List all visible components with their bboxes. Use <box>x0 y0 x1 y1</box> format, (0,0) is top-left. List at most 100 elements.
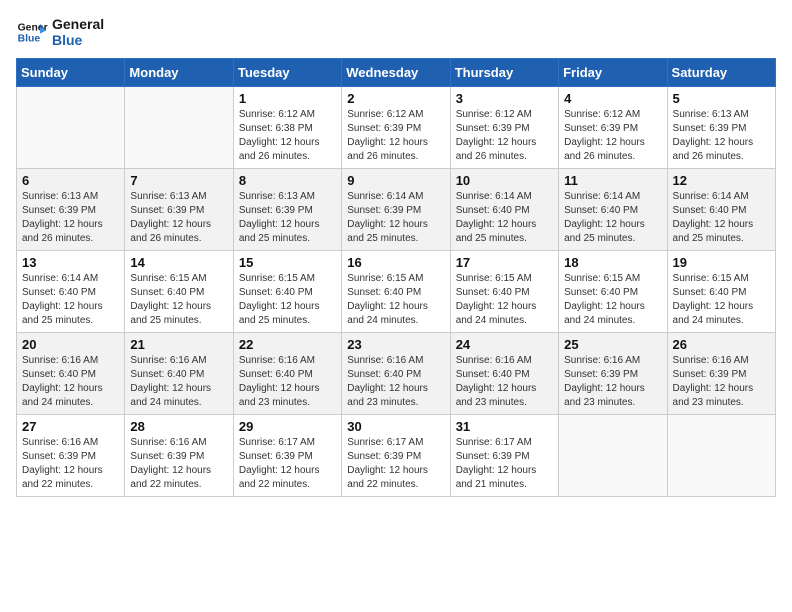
day-number: 4 <box>564 91 661 106</box>
day-info: Sunrise: 6:16 AM Sunset: 6:39 PM Dayligh… <box>673 354 770 410</box>
day-cell-25: 25 Sunrise: 6:16 AM Sunset: 6:39 PM Dayli… <box>559 333 667 415</box>
weekday-header-tuesday: Tuesday <box>233 59 341 87</box>
day-info: Sunrise: 6:12 AM Sunset: 6:39 PM Dayligh… <box>564 108 661 164</box>
day-number: 12 <box>673 173 770 188</box>
day-number: 3 <box>456 91 553 106</box>
day-number: 5 <box>673 91 770 106</box>
weekday-header-wednesday: Wednesday <box>342 59 450 87</box>
day-info: Sunrise: 6:14 AM Sunset: 6:40 PM Dayligh… <box>456 190 553 246</box>
week-row-5: 27 Sunrise: 6:16 AM Sunset: 6:39 PM Dayli… <box>17 415 776 497</box>
day-info: Sunrise: 6:13 AM Sunset: 6:39 PM Dayligh… <box>22 190 119 246</box>
day-number: 16 <box>347 255 444 270</box>
day-cell-9: 9 Sunrise: 6:14 AM Sunset: 6:39 PM Daylig… <box>342 169 450 251</box>
day-number: 25 <box>564 337 661 352</box>
day-info: Sunrise: 6:13 AM Sunset: 6:39 PM Dayligh… <box>130 190 227 246</box>
day-info: Sunrise: 6:15 AM Sunset: 6:40 PM Dayligh… <box>673 272 770 328</box>
day-number: 29 <box>239 419 336 434</box>
day-info: Sunrise: 6:16 AM Sunset: 6:39 PM Dayligh… <box>130 436 227 492</box>
day-cell-10: 10 Sunrise: 6:14 AM Sunset: 6:40 PM Dayli… <box>450 169 558 251</box>
day-info: Sunrise: 6:13 AM Sunset: 6:39 PM Dayligh… <box>239 190 336 246</box>
day-cell-29: 29 Sunrise: 6:17 AM Sunset: 6:39 PM Dayli… <box>233 415 341 497</box>
page-header: General Blue General Blue <box>16 16 776 48</box>
day-number: 6 <box>22 173 119 188</box>
empty-cell <box>125 87 233 169</box>
day-cell-2: 2Sunrise: 6:12 AM Sunset: 6:39 PM Daylig… <box>342 87 450 169</box>
day-number: 28 <box>130 419 227 434</box>
weekday-header-saturday: Saturday <box>667 59 775 87</box>
day-info: Sunrise: 6:16 AM Sunset: 6:40 PM Dayligh… <box>22 354 119 410</box>
day-info: Sunrise: 6:13 AM Sunset: 6:39 PM Dayligh… <box>673 108 770 164</box>
day-cell-7: 7 Sunrise: 6:13 AM Sunset: 6:39 PM Daylig… <box>125 169 233 251</box>
day-info: Sunrise: 6:16 AM Sunset: 6:39 PM Dayligh… <box>22 436 119 492</box>
day-info: Sunrise: 6:14 AM Sunset: 6:39 PM Dayligh… <box>347 190 444 246</box>
day-number: 7 <box>130 173 227 188</box>
day-number: 26 <box>673 337 770 352</box>
day-info: Sunrise: 6:17 AM Sunset: 6:39 PM Dayligh… <box>239 436 336 492</box>
weekday-header-row: SundayMondayTuesdayWednesdayThursdayFrid… <box>17 59 776 87</box>
day-info: Sunrise: 6:15 AM Sunset: 6:40 PM Dayligh… <box>130 272 227 328</box>
day-cell-5: 5 Sunrise: 6:13 AM Sunset: 6:39 PM Daylig… <box>667 87 775 169</box>
day-cell-8: 8 Sunrise: 6:13 AM Sunset: 6:39 PM Daylig… <box>233 169 341 251</box>
svg-text:Blue: Blue <box>18 34 41 45</box>
day-number: 11 <box>564 173 661 188</box>
day-info: Sunrise: 6:14 AM Sunset: 6:40 PM Dayligh… <box>673 190 770 246</box>
day-number: 15 <box>239 255 336 270</box>
week-row-1: 1 Sunrise: 6:12 AM Sunset: 6:38 PM Daylig… <box>17 87 776 169</box>
day-info: Sunrise: 6:12 AM Sunset: 6:38 PM Dayligh… <box>239 108 336 164</box>
day-cell-26: 26 Sunrise: 6:16 AM Sunset: 6:39 PM Dayli… <box>667 333 775 415</box>
day-cell-16: 16 Sunrise: 6:15 AM Sunset: 6:40 PM Dayli… <box>342 251 450 333</box>
day-info: Sunrise: 6:16 AM Sunset: 6:39 PM Dayligh… <box>564 354 661 410</box>
day-info: Sunrise: 6:16 AM Sunset: 6:40 PM Dayligh… <box>239 354 336 410</box>
day-cell-24: 24Sunrise: 6:16 AM Sunset: 6:40 PM Dayli… <box>450 333 558 415</box>
weekday-header-sunday: Sunday <box>17 59 125 87</box>
weekday-header-monday: Monday <box>125 59 233 87</box>
day-number: 10 <box>456 173 553 188</box>
day-number: 24 <box>456 337 553 352</box>
day-cell-22: 22 Sunrise: 6:16 AM Sunset: 6:40 PM Dayli… <box>233 333 341 415</box>
day-info: Sunrise: 6:16 AM Sunset: 6:40 PM Dayligh… <box>347 354 444 410</box>
week-row-2: 6 Sunrise: 6:13 AM Sunset: 6:39 PM Daylig… <box>17 169 776 251</box>
day-cell-13: 13Sunrise: 6:14 AM Sunset: 6:40 PM Dayli… <box>17 251 125 333</box>
day-number: 31 <box>456 419 553 434</box>
day-cell-12: 12 Sunrise: 6:14 AM Sunset: 6:40 PM Dayli… <box>667 169 775 251</box>
day-number: 13 <box>22 255 119 270</box>
day-info: Sunrise: 6:14 AM Sunset: 6:40 PM Dayligh… <box>564 190 661 246</box>
day-number: 1 <box>239 91 336 106</box>
day-number: 30 <box>347 419 444 434</box>
day-number: 9 <box>347 173 444 188</box>
day-cell-14: 14Sunrise: 6:15 AM Sunset: 6:40 PM Dayli… <box>125 251 233 333</box>
day-number: 27 <box>22 419 119 434</box>
week-row-4: 20 Sunrise: 6:16 AM Sunset: 6:40 PM Dayli… <box>17 333 776 415</box>
day-number: 23 <box>347 337 444 352</box>
day-cell-28: 28 Sunrise: 6:16 AM Sunset: 6:39 PM Dayli… <box>125 415 233 497</box>
day-info: Sunrise: 6:15 AM Sunset: 6:40 PM Dayligh… <box>239 272 336 328</box>
day-cell-3: 3Sunrise: 6:12 AM Sunset: 6:39 PM Daylig… <box>450 87 558 169</box>
logo: General Blue General Blue <box>16 16 104 48</box>
day-info: Sunrise: 6:16 AM Sunset: 6:40 PM Dayligh… <box>130 354 227 410</box>
day-cell-11: 11 Sunrise: 6:14 AM Sunset: 6:40 PM Dayli… <box>559 169 667 251</box>
day-cell-27: 27 Sunrise: 6:16 AM Sunset: 6:39 PM Dayli… <box>17 415 125 497</box>
day-cell-30: 30 Sunrise: 6:17 AM Sunset: 6:39 PM Dayli… <box>342 415 450 497</box>
day-number: 19 <box>673 255 770 270</box>
day-cell-18: 18Sunrise: 6:15 AM Sunset: 6:40 PM Dayli… <box>559 251 667 333</box>
day-number: 2 <box>347 91 444 106</box>
day-cell-1: 1 Sunrise: 6:12 AM Sunset: 6:38 PM Daylig… <box>233 87 341 169</box>
logo-general: General <box>52 16 104 32</box>
day-info: Sunrise: 6:17 AM Sunset: 6:39 PM Dayligh… <box>456 436 553 492</box>
logo-blue: Blue <box>52 32 104 48</box>
calendar-table: SundayMondayTuesdayWednesdayThursdayFrid… <box>16 58 776 497</box>
day-cell-19: 19 Sunrise: 6:15 AM Sunset: 6:40 PM Dayli… <box>667 251 775 333</box>
day-info: Sunrise: 6:15 AM Sunset: 6:40 PM Dayligh… <box>347 272 444 328</box>
day-number: 8 <box>239 173 336 188</box>
day-info: Sunrise: 6:17 AM Sunset: 6:39 PM Dayligh… <box>347 436 444 492</box>
day-cell-15: 15 Sunrise: 6:15 AM Sunset: 6:40 PM Dayli… <box>233 251 341 333</box>
day-number: 17 <box>456 255 553 270</box>
empty-cell <box>667 415 775 497</box>
weekday-header-thursday: Thursday <box>450 59 558 87</box>
day-cell-20: 20 Sunrise: 6:16 AM Sunset: 6:40 PM Dayli… <box>17 333 125 415</box>
empty-cell <box>17 87 125 169</box>
day-number: 22 <box>239 337 336 352</box>
day-number: 20 <box>22 337 119 352</box>
day-cell-6: 6 Sunrise: 6:13 AM Sunset: 6:39 PM Daylig… <box>17 169 125 251</box>
day-number: 18 <box>564 255 661 270</box>
